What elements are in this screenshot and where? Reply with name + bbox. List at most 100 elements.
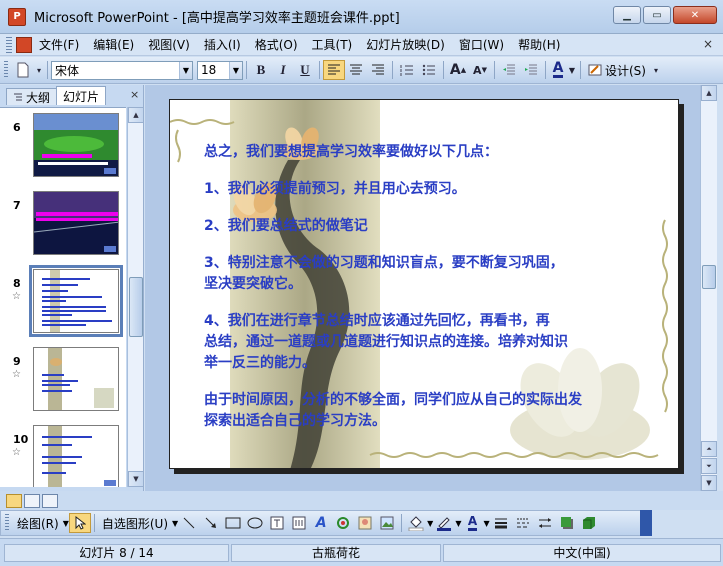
next-slide-icon[interactable]: ⏷: [701, 458, 717, 474]
slide-text-line: 坚决要突破它。: [204, 276, 302, 292]
decrease-font-size-icon[interactable]: A ▼: [469, 60, 491, 80]
scroll-down-icon[interactable]: ▼: [701, 475, 717, 491]
align-right-icon[interactable]: [367, 60, 389, 80]
thumbnail-scrollbar[interactable]: ▲ ▼: [127, 107, 144, 487]
align-center-icon[interactable]: [345, 60, 367, 80]
slide-text-line: 举一反三的能力。: [204, 355, 316, 371]
menu-window[interactable]: 窗口(W): [452, 36, 511, 53]
design-label: 设计(S): [605, 63, 646, 78]
slide-text-line: [204, 200, 674, 216]
menu-slideshow[interactable]: 幻灯片放映(D): [359, 36, 452, 53]
italic-button[interactable]: I: [272, 60, 294, 80]
line-tool-icon[interactable]: [178, 513, 200, 533]
chevron-down-icon[interactable]: ▼: [179, 61, 192, 79]
slideshow-view-icon[interactable]: [42, 493, 58, 508]
slide-number: 8: [13, 277, 21, 290]
toolbar-grip[interactable]: [6, 36, 12, 53]
panel-close-icon[interactable]: ×: [130, 88, 139, 101]
menu-help[interactable]: 帮助(H): [511, 36, 567, 53]
rectangle-tool-icon[interactable]: [222, 513, 244, 533]
slide-text-line: 总之，我们要想提高学习效率要做好以下几点：: [204, 144, 498, 160]
slide-7-preview[interactable]: [33, 191, 119, 255]
toolbar-options-chevron-icon[interactable]: [640, 510, 652, 536]
toolbar-options-chevron-icon[interactable]: ▾: [650, 60, 662, 80]
select-objects-icon[interactable]: [68, 513, 91, 533]
diagram-icon[interactable]: [332, 513, 354, 533]
bold-button[interactable]: B: [250, 60, 272, 80]
chevron-down-icon[interactable]: ▼: [229, 61, 242, 79]
scroll-up-icon[interactable]: ▲: [701, 85, 717, 101]
scroll-down-icon[interactable]: ▼: [128, 471, 144, 487]
window-title: Microsoft PowerPoint - [高中提高学习效率主题班会课件.p…: [34, 11, 400, 26]
bullets-icon[interactable]: [418, 60, 440, 80]
document-icon[interactable]: [16, 36, 32, 53]
scrollbar-thumb[interactable]: [129, 277, 143, 337]
slide-8-preview[interactable]: [29, 265, 123, 337]
design-button[interactable]: 设计(S): [584, 62, 650, 79]
increase-indent-icon[interactable]: [520, 60, 542, 80]
autoshapes-button[interactable]: 自选图形(U): [98, 515, 172, 532]
shadow-style-icon[interactable]: [556, 513, 578, 533]
slide-sorter-view-icon[interactable]: [24, 493, 40, 508]
slide-thumbnail[interactable]: 7: [0, 191, 126, 263]
line-color-icon[interactable]: [433, 513, 455, 533]
menu-file[interactable]: 文件(F): [32, 36, 86, 53]
underline-button[interactable]: U: [294, 60, 316, 80]
menu-format[interactable]: 格式(O): [248, 36, 305, 53]
tab-slides[interactable]: 幻灯片: [56, 86, 107, 105]
slide-9-preview[interactable]: [33, 347, 119, 411]
slide-6-preview[interactable]: [33, 113, 119, 177]
new-document-icon[interactable]: [12, 60, 34, 80]
scrollbar-thumb[interactable]: [702, 265, 716, 289]
draw-menu-button[interactable]: 绘图(R): [13, 515, 63, 532]
vertical-text-box-icon[interactable]: [288, 513, 310, 533]
slide-scrollbar[interactable]: ▲ ⏶ ⏷ ▼: [700, 85, 717, 491]
menu-insert[interactable]: 插入(I): [197, 36, 248, 53]
menu-edit[interactable]: 编辑(E): [86, 36, 141, 53]
oval-tool-icon[interactable]: [244, 513, 266, 533]
draw-font-color-icon[interactable]: A: [461, 513, 483, 533]
powerpoint-icon[interactable]: P: [8, 7, 26, 26]
animation-star-icon: ☆: [12, 291, 21, 302]
chevron-down-icon[interactable]: ▼: [567, 60, 577, 80]
slide-thumbnail[interactable]: 9 ☆: [0, 347, 126, 419]
slide-thumbnail[interactable]: 10 ☆: [0, 425, 126, 487]
arrow-tool-icon[interactable]: [200, 513, 222, 533]
numbering-icon[interactable]: [396, 60, 418, 80]
toolbar-grip[interactable]: [5, 514, 9, 532]
wordart-icon[interactable]: A: [310, 513, 332, 533]
menu-view[interactable]: 视图(V): [141, 36, 197, 53]
line-style-icon[interactable]: [490, 513, 512, 533]
normal-view-icon[interactable]: [6, 493, 22, 508]
increase-font-size-icon[interactable]: A ▲: [447, 60, 469, 80]
slide-number: 7: [13, 199, 21, 212]
dash-style-icon[interactable]: [512, 513, 534, 533]
toolbar-grip[interactable]: [4, 61, 8, 79]
tab-outline[interactable]: 大纲: [6, 88, 58, 105]
font-size-combo[interactable]: 18 ▼: [197, 60, 243, 80]
font-name-combo[interactable]: 宋体 ▼: [51, 60, 193, 80]
menu-tools[interactable]: 工具(T): [305, 36, 360, 53]
arrow-style-icon[interactable]: [534, 513, 556, 533]
align-left-icon[interactable]: [323, 60, 345, 80]
document-close-icon[interactable]: ×: [703, 37, 713, 51]
scroll-up-icon[interactable]: ▲: [128, 107, 144, 123]
minimize-button[interactable]: ▁: [613, 6, 641, 24]
3d-style-icon[interactable]: [578, 513, 600, 533]
fill-color-icon[interactable]: [405, 513, 427, 533]
close-button[interactable]: ✕: [673, 6, 717, 24]
maximize-button[interactable]: ▭: [643, 6, 671, 24]
slide-number: 10: [13, 433, 29, 446]
text-box-icon[interactable]: [266, 513, 288, 533]
decrease-indent-icon[interactable]: [498, 60, 520, 80]
slide-10-preview[interactable]: [33, 425, 119, 487]
insert-picture-icon[interactable]: [376, 513, 398, 533]
font-color-icon[interactable]: A: [549, 60, 567, 80]
clip-art-icon[interactable]: [354, 513, 376, 533]
slide-thumbnail-selected[interactable]: 8 ☆: [0, 265, 126, 341]
previous-slide-icon[interactable]: ⏶: [701, 441, 717, 457]
current-slide[interactable]: 总之，我们要想提高学习效率要做好以下几点： 1、我们必须提前预习，并且用心去预习…: [169, 99, 679, 469]
toolbar-options-chevron-icon[interactable]: ▾: [34, 60, 44, 80]
slide-thumbnail[interactable]: 6: [0, 113, 126, 185]
slide-body-text[interactable]: 总之，我们要想提高学习效率要做好以下几点： 1、我们必须提前预习，并且用心去预习…: [204, 142, 674, 432]
